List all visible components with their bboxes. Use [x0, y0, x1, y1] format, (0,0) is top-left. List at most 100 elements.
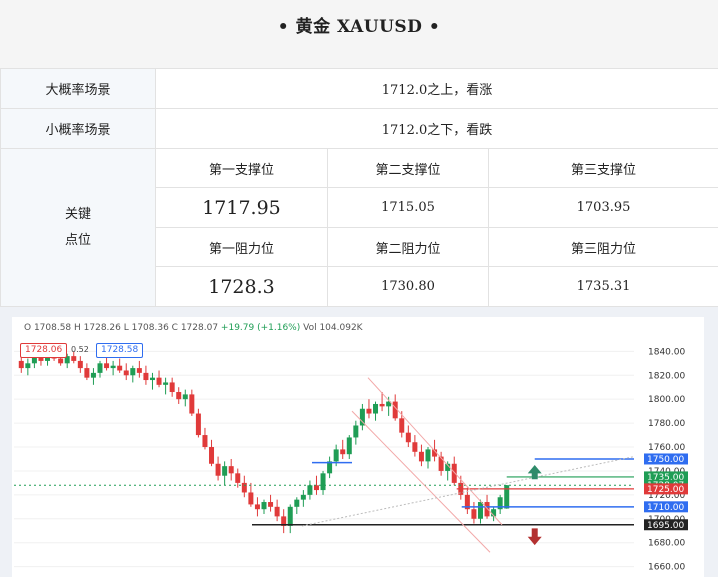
candle-body [189, 394, 194, 413]
channel-line-upper [368, 378, 502, 525]
candle-body [202, 435, 207, 447]
candle-body [196, 414, 201, 436]
candle-body [478, 502, 483, 519]
resistance-3-value: 1735.31 [489, 267, 718, 307]
candle-body [71, 356, 76, 361]
candle-body [426, 449, 431, 461]
candle-body [176, 392, 181, 399]
candle-body [130, 368, 135, 375]
candle-body [157, 378, 162, 385]
candle-body [262, 502, 267, 509]
candle-body [314, 485, 319, 490]
candle-body [255, 504, 260, 509]
chart-area: 1840.001820.001800.001780.001760.001740.… [0, 307, 718, 577]
support-1-header: 第一支撑位 [156, 149, 328, 188]
candle-body [104, 363, 109, 368]
candle-body [294, 500, 299, 507]
scenario-label-minor: 小概率场景 [1, 109, 156, 149]
candle-body [78, 361, 83, 368]
ohlc-change: +19.79 (+1.16%) [221, 323, 300, 333]
candle-body [163, 382, 168, 384]
y-tick-label: 1680.00 [648, 539, 685, 549]
support-3-header: 第三支撑位 [489, 149, 718, 188]
candle-body [452, 464, 457, 483]
support-2-value: 1715.05 [328, 188, 489, 228]
candle-body [124, 370, 129, 375]
y-tick-label: 1760.00 [648, 443, 685, 453]
candle-body [373, 404, 378, 414]
price-label-text: 1750.00 [647, 455, 684, 465]
channel-line-lower [352, 411, 490, 552]
resistance-1-header: 第一阻力位 [156, 228, 328, 267]
candle-body [248, 492, 253, 504]
candle-body [366, 409, 371, 414]
price-label-text: 1710.00 [647, 503, 684, 513]
ohlc-volume: Vol 104.092K [303, 323, 362, 333]
candle-body [321, 473, 326, 490]
y-tick-label: 1780.00 [648, 419, 685, 429]
candle-body [111, 366, 116, 368]
candle-body [439, 457, 444, 471]
candle-body [288, 507, 293, 526]
candle-body [19, 361, 24, 368]
scenario-row-minor: 小概率场景 1712.0之下，看跌 [1, 109, 718, 149]
ohlc-legend: O 1708.58 H 1728.26 L 1708.36 C 1728.07 … [24, 323, 363, 333]
key-levels-label-line2: 点位 [1, 228, 155, 254]
candle-body [209, 447, 214, 464]
support-2-header: 第二支撑位 [328, 149, 489, 188]
candle-body [143, 373, 148, 380]
candle-body [340, 449, 345, 454]
key-levels-label: 关键 点位 [1, 149, 156, 307]
candle-body [301, 495, 306, 500]
candle-body [222, 466, 227, 476]
candle-body [406, 433, 411, 443]
candle-body [471, 509, 476, 519]
spread-value: 0.52 [71, 345, 89, 354]
candle-body [235, 473, 240, 483]
support-1-value: 1717.95 [156, 188, 328, 228]
candle-body [170, 382, 175, 392]
candle-body [419, 452, 424, 462]
candle-body [399, 418, 404, 432]
y-tick-label: 1800.00 [648, 395, 685, 405]
support-3-value: 1703.95 [489, 188, 718, 228]
candle-body [485, 502, 490, 516]
candle-body [307, 485, 312, 495]
sell-price-button[interactable]: 1728.06 [20, 343, 67, 358]
candle-body [275, 507, 280, 517]
trend-line [302, 457, 634, 526]
candle-body [242, 483, 247, 493]
y-tick-label: 1820.00 [648, 371, 685, 381]
candle-body [98, 363, 103, 373]
candle-body [353, 425, 358, 437]
y-tick-label: 1660.00 [648, 563, 685, 573]
price-label-text: 1695.00 [647, 521, 684, 531]
scenario-text-major: 1712.0之上，看涨 [156, 69, 718, 109]
resistance-3-header: 第三阻力位 [489, 228, 718, 267]
candle-body [229, 466, 234, 473]
candle-body [58, 359, 63, 364]
scenario-label-major: 大概率场景 [1, 69, 156, 109]
ohlc-values: O 1708.58 H 1728.26 L 1708.36 C 1728.07 [24, 323, 218, 333]
candle-body [334, 449, 339, 461]
price-label-text: 1725.00 [647, 485, 684, 495]
scenario-row-major: 大概率场景 1712.0之上，看涨 [1, 69, 718, 109]
candle-body [25, 363, 30, 368]
support-header-row: 关键 点位 第一支撑位 第二支撑位 第三支撑位 [1, 149, 718, 188]
resistance-1-value: 1728.3 [156, 267, 328, 307]
candle-body [347, 437, 352, 454]
candle-body [91, 373, 96, 378]
candle-body [137, 368, 142, 373]
analysis-table: 大概率场景 1712.0之上，看涨 小概率场景 1712.0之下，看跌 关键 点… [0, 68, 718, 307]
candle-body [216, 464, 221, 476]
page-title: • 黄金 XAUUSD • [0, 12, 718, 37]
candle-body [412, 442, 417, 452]
candle-body [268, 502, 273, 507]
resistance-2-value: 1730.80 [328, 267, 489, 307]
candle-body [117, 366, 122, 371]
candle-body [84, 368, 89, 378]
buy-price-button[interactable]: 1728.58 [96, 343, 143, 358]
key-levels-label-line1: 关键 [1, 202, 155, 228]
scenario-text-minor: 1712.0之下，看跌 [156, 109, 718, 149]
y-tick-label: 1840.00 [648, 347, 685, 357]
